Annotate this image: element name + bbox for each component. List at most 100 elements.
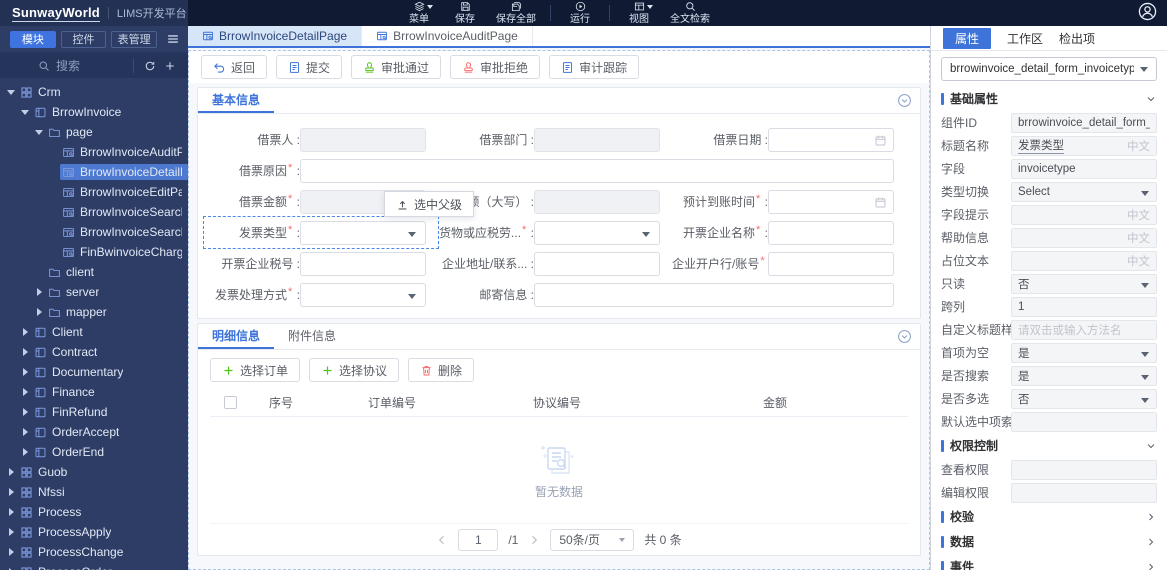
prop-input-类型切换[interactable]: Select [1011, 181, 1157, 202]
tree-item-Finance[interactable]: Finance [0, 382, 188, 402]
prop-input-是否多选[interactable]: 否 [1011, 388, 1157, 409]
select-all-checkbox[interactable] [223, 396, 237, 409]
tree-item-BrrowInvoiceEditPage[interactable]: BrrowInvoiceEditPage [0, 182, 188, 202]
prop-input-只读[interactable]: 否 [1011, 273, 1157, 294]
page-number-input[interactable]: 1 [458, 528, 499, 551]
sidebar-tab-modules[interactable]: 模块 [10, 30, 56, 48]
tree-arrow-icon[interactable] [34, 307, 44, 317]
section-校验[interactable]: 校验 [941, 504, 1157, 529]
tree-item-Client[interactable]: Client [0, 322, 188, 342]
back-button[interactable]: 返回 [201, 55, 268, 79]
field-input-发票类型[interactable] [300, 220, 426, 245]
doc-tab-BrrowInvoiceDetailPage[interactable]: BrrowInvoiceDetailPage [188, 26, 363, 46]
tree-arrow-icon[interactable] [20, 347, 30, 357]
tab-附件信息[interactable]: 附件信息 [274, 324, 350, 349]
select-agreement-button[interactable]: 选择协议 [309, 358, 400, 382]
user-avatar-icon[interactable] [1138, 2, 1157, 24]
prop-input-首项为空[interactable]: 是 [1011, 342, 1157, 363]
section-事件[interactable]: 事件 [941, 554, 1157, 570]
field-input-企业开户行/账号[interactable] [768, 251, 894, 276]
tree-arrow-icon[interactable] [20, 407, 30, 417]
field-input-发票处理方式[interactable] [300, 282, 426, 307]
prop-input-编辑权限[interactable] [1011, 482, 1157, 503]
tree-arrow-icon[interactable] [34, 127, 44, 137]
prop-input-字段[interactable]: invoicetype [1011, 158, 1157, 179]
hamburger-icon[interactable] [166, 32, 180, 46]
prop-input-默认选中项索引[interactable] [1011, 411, 1157, 432]
field-input-货物或应税劳...[interactable] [534, 220, 660, 245]
tree-item-Guob[interactable]: Guob [0, 462, 188, 482]
tree-item-OrderEnd[interactable]: OrderEnd [0, 442, 188, 462]
tree-item-BrrowInvoiceDetailPage[interactable]: BrrowInvoiceDetailPage [0, 162, 188, 182]
tab-明细信息[interactable]: 明细信息 [198, 324, 275, 349]
tree-arrow-icon[interactable] [6, 527, 16, 537]
doc-tab-BrrowInvoiceAuditPage[interactable]: BrrowInvoiceAuditPage [362, 26, 533, 46]
collapse-detail-icon[interactable] [897, 329, 912, 344]
tree-arrow-icon[interactable] [20, 387, 30, 397]
tree-item-BrrowInvoiceSearchPage[interactable]: BrrowInvoiceSearchPage [0, 222, 188, 242]
tree-item-ProcessChange[interactable]: ProcessChange [0, 542, 188, 562]
add-icon[interactable] [160, 60, 180, 72]
field-input-预计到账时间[interactable] [768, 189, 894, 214]
header-tool-view[interactable]: 视图 [616, 0, 662, 26]
field-input-借票日期[interactable] [768, 127, 894, 152]
component-selector[interactable]: brrowinvoice_detail_form_invoicetype [Se… [941, 57, 1157, 81]
tree-item-OrderAccept[interactable]: OrderAccept [0, 422, 188, 442]
sidebar-tab-tables[interactable]: 表管理 [111, 30, 158, 48]
inspector-tab-检出项[interactable]: 检出项 [1059, 28, 1095, 49]
approve-button[interactable]: 审批通过 [351, 55, 442, 79]
audit-trail-button[interactable]: 审计跟踪 [549, 55, 640, 79]
field-input-企业地址/联系...[interactable] [534, 251, 660, 276]
select-parent-tooltip[interactable]: 选中父级 [384, 191, 475, 217]
prop-input-帮助信息[interactable]: 中文 [1011, 227, 1157, 248]
tree-arrow-icon[interactable] [6, 467, 16, 477]
field-input-借票原因[interactable] [300, 158, 894, 183]
tree-item-Crm[interactable]: Crm [0, 82, 188, 102]
tree-arrow-icon[interactable] [20, 447, 30, 457]
tree-item-BrrowInvoiceSearchDealPage[interactable]: BrrowInvoiceSearchDealPage [0, 202, 188, 222]
prop-input-字段提示[interactable]: 中文 [1011, 204, 1157, 225]
tree-arrow-icon[interactable] [20, 427, 30, 437]
inspector-tab-属性[interactable]: 属性 [943, 27, 992, 49]
collapse-basic-icon[interactable] [897, 93, 912, 108]
page-size-select[interactable]: 50条/页 [550, 528, 635, 551]
refresh-icon[interactable] [140, 60, 160, 72]
tree-arrow-icon[interactable] [6, 87, 16, 97]
tree-item-server[interactable]: server [0, 282, 188, 302]
inspector-tab-工作区[interactable]: 工作区 [1007, 28, 1043, 49]
tree-item-page[interactable]: page [0, 122, 188, 142]
submit-button[interactable]: 提交 [276, 55, 343, 79]
prev-page-icon[interactable] [436, 534, 448, 546]
tree-arrow-icon[interactable] [20, 107, 30, 117]
header-tool-run[interactable]: 运行 [557, 0, 603, 26]
field-input-借票部门[interactable] [534, 127, 660, 152]
tree-item-mapper[interactable]: mapper [0, 302, 188, 322]
tree-arrow-icon[interactable] [6, 487, 16, 497]
field-input-金额（大写）[interactable] [534, 189, 660, 214]
prop-input-是否搜索[interactable]: 是 [1011, 365, 1157, 386]
tree-item-Nfssi[interactable]: Nfssi [0, 482, 188, 502]
header-tool-fulltext-search[interactable]: 全文检索 [662, 0, 718, 26]
select-order-button[interactable]: 选择订单 [210, 358, 301, 382]
next-page-icon[interactable] [528, 534, 540, 546]
prop-input-查看权限[interactable] [1011, 459, 1157, 480]
tree-item-Documentary[interactable]: Documentary [0, 362, 188, 382]
section-数据[interactable]: 数据 [941, 529, 1157, 554]
tree-item-Contract[interactable]: Contract [0, 342, 188, 362]
field-input-借票人[interactable] [300, 127, 426, 152]
field-input-开票企业税号[interactable] [300, 251, 426, 276]
tree-arrow-icon[interactable] [20, 367, 30, 377]
header-tool-save[interactable]: 保存 [442, 0, 488, 26]
reject-button[interactable]: 审批拒绝 [450, 55, 541, 79]
prop-input-跨列[interactable]: 1 [1011, 296, 1157, 317]
header-tool-save-all[interactable]: 保存全部 [488, 0, 544, 26]
prop-input-占位文本[interactable]: 中文 [1011, 250, 1157, 271]
field-input-邮寄信息[interactable] [534, 282, 894, 307]
section-权限控制[interactable]: 权限控制 [941, 433, 1157, 458]
tree-arrow-icon[interactable] [34, 287, 44, 297]
tree-item-BrrowInvoice[interactable]: BrrowInvoice [0, 102, 188, 122]
prop-input-自定义标题样式[interactable]: 请双击或输入方法名 [1011, 319, 1157, 340]
delete-button[interactable]: 删除 [408, 358, 475, 382]
sidebar-search-input[interactable] [50, 58, 127, 73]
tree-arrow-icon[interactable] [6, 507, 16, 517]
